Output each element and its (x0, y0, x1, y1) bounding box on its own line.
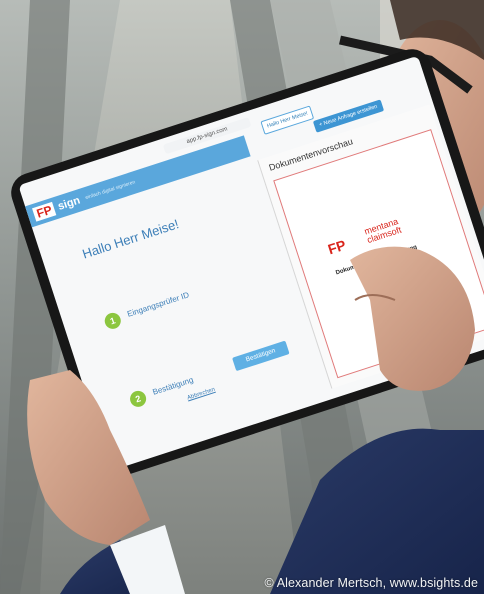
confirm-button[interactable]: Bestätigen (232, 340, 290, 372)
photo-credit: © Alexander Mertsch, www.bsights.de (264, 576, 478, 590)
step-2-title: Bestätigung (151, 375, 195, 397)
app-name: sign (56, 194, 82, 213)
cancel-link[interactable]: Abbrechen (187, 387, 216, 402)
fp-logo: FP (32, 201, 57, 222)
doc-fp-logo: FP (325, 236, 348, 258)
step-1-title: Eingangsprüfer ID (126, 290, 191, 319)
user-menu-button[interactable]: Hallo Herr Meise! (260, 105, 315, 135)
photo-scene: app.fp-sign.com Hallo Herr Meise! FP sig… (0, 0, 484, 594)
greeting: Hallo Herr Meise! (80, 216, 181, 262)
step-2-badge: 2 (128, 388, 149, 409)
app-tagline: einfach digital signieren (84, 179, 137, 202)
step-1-badge: 1 (102, 310, 123, 331)
doc-brand: mentana claimsoft (363, 216, 403, 245)
